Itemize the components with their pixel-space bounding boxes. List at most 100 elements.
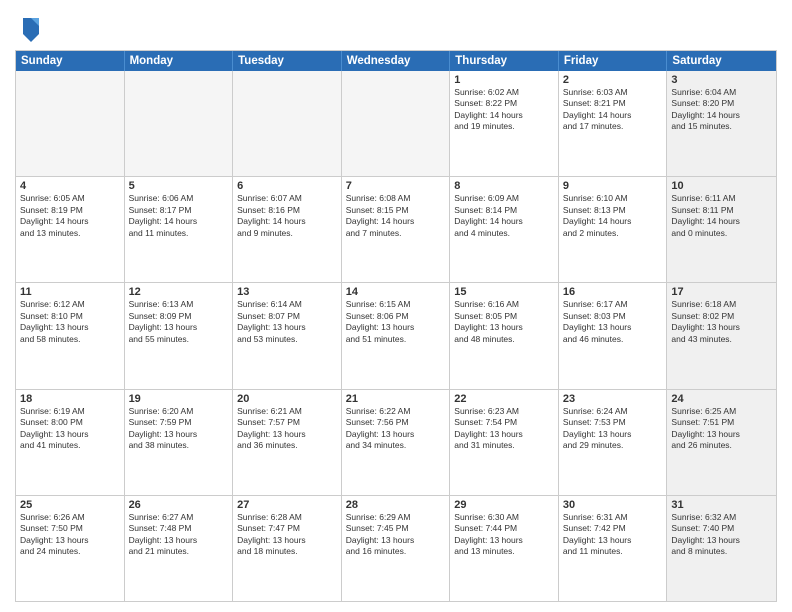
calendar-row: 11Sunrise: 6:12 AM Sunset: 8:10 PM Dayli… [16, 282, 776, 388]
calendar-cell: 11Sunrise: 6:12 AM Sunset: 8:10 PM Dayli… [16, 283, 125, 388]
day-info: Sunrise: 6:19 AM Sunset: 8:00 PM Dayligh… [20, 406, 120, 452]
calendar-cell: 16Sunrise: 6:17 AM Sunset: 8:03 PM Dayli… [559, 283, 668, 388]
day-number: 10 [671, 180, 772, 192]
day-number: 20 [237, 393, 337, 405]
calendar-cell: 24Sunrise: 6:25 AM Sunset: 7:51 PM Dayli… [667, 390, 776, 495]
calendar-cell: 15Sunrise: 6:16 AM Sunset: 8:05 PM Dayli… [450, 283, 559, 388]
day-info: Sunrise: 6:25 AM Sunset: 7:51 PM Dayligh… [671, 406, 772, 452]
calendar-cell: 20Sunrise: 6:21 AM Sunset: 7:57 PM Dayli… [233, 390, 342, 495]
calendar-row: 4Sunrise: 6:05 AM Sunset: 8:19 PM Daylig… [16, 176, 776, 282]
header [15, 10, 777, 42]
calendar-cell: 2Sunrise: 6:03 AM Sunset: 8:21 PM Daylig… [559, 71, 668, 176]
logo-icon [19, 14, 43, 42]
day-number: 29 [454, 499, 554, 511]
day-number: 1 [454, 74, 554, 86]
day-info: Sunrise: 6:29 AM Sunset: 7:45 PM Dayligh… [346, 512, 446, 558]
day-info: Sunrise: 6:07 AM Sunset: 8:16 PM Dayligh… [237, 193, 337, 239]
calendar-row: 18Sunrise: 6:19 AM Sunset: 8:00 PM Dayli… [16, 389, 776, 495]
day-info: Sunrise: 6:20 AM Sunset: 7:59 PM Dayligh… [129, 406, 229, 452]
calendar-header-cell: Monday [125, 51, 234, 71]
calendar-cell: 25Sunrise: 6:26 AM Sunset: 7:50 PM Dayli… [16, 496, 125, 601]
day-number: 28 [346, 499, 446, 511]
calendar-row: 25Sunrise: 6:26 AM Sunset: 7:50 PM Dayli… [16, 495, 776, 601]
calendar-cell: 9Sunrise: 6:10 AM Sunset: 8:13 PM Daylig… [559, 177, 668, 282]
calendar-cell: 10Sunrise: 6:11 AM Sunset: 8:11 PM Dayli… [667, 177, 776, 282]
day-number: 16 [563, 286, 663, 298]
day-info: Sunrise: 6:32 AM Sunset: 7:40 PM Dayligh… [671, 512, 772, 558]
day-number: 14 [346, 286, 446, 298]
calendar-header-cell: Tuesday [233, 51, 342, 71]
calendar-header-cell: Sunday [16, 51, 125, 71]
day-number: 9 [563, 180, 663, 192]
day-number: 5 [129, 180, 229, 192]
day-number: 21 [346, 393, 446, 405]
calendar-cell: 29Sunrise: 6:30 AM Sunset: 7:44 PM Dayli… [450, 496, 559, 601]
day-number: 15 [454, 286, 554, 298]
page: SundayMondayTuesdayWednesdayThursdayFrid… [0, 0, 792, 612]
day-info: Sunrise: 6:15 AM Sunset: 8:06 PM Dayligh… [346, 299, 446, 345]
calendar-cell [125, 71, 234, 176]
calendar-header-cell: Saturday [667, 51, 776, 71]
day-number: 22 [454, 393, 554, 405]
day-number: 23 [563, 393, 663, 405]
day-number: 27 [237, 499, 337, 511]
calendar-cell: 14Sunrise: 6:15 AM Sunset: 8:06 PM Dayli… [342, 283, 451, 388]
day-number: 7 [346, 180, 446, 192]
day-number: 31 [671, 499, 772, 511]
calendar-header-cell: Thursday [450, 51, 559, 71]
day-number: 11 [20, 286, 120, 298]
day-info: Sunrise: 6:24 AM Sunset: 7:53 PM Dayligh… [563, 406, 663, 452]
day-info: Sunrise: 6:27 AM Sunset: 7:48 PM Dayligh… [129, 512, 229, 558]
day-info: Sunrise: 6:30 AM Sunset: 7:44 PM Dayligh… [454, 512, 554, 558]
day-number: 24 [671, 393, 772, 405]
calendar-cell: 7Sunrise: 6:08 AM Sunset: 8:15 PM Daylig… [342, 177, 451, 282]
calendar-cell: 21Sunrise: 6:22 AM Sunset: 7:56 PM Dayli… [342, 390, 451, 495]
day-info: Sunrise: 6:09 AM Sunset: 8:14 PM Dayligh… [454, 193, 554, 239]
day-info: Sunrise: 6:31 AM Sunset: 7:42 PM Dayligh… [563, 512, 663, 558]
calendar-cell: 6Sunrise: 6:07 AM Sunset: 8:16 PM Daylig… [233, 177, 342, 282]
calendar-cell: 17Sunrise: 6:18 AM Sunset: 8:02 PM Dayli… [667, 283, 776, 388]
day-number: 19 [129, 393, 229, 405]
day-info: Sunrise: 6:21 AM Sunset: 7:57 PM Dayligh… [237, 406, 337, 452]
calendar-body: 1Sunrise: 6:02 AM Sunset: 8:22 PM Daylig… [16, 71, 776, 601]
calendar-header-cell: Friday [559, 51, 668, 71]
calendar-cell: 22Sunrise: 6:23 AM Sunset: 7:54 PM Dayli… [450, 390, 559, 495]
day-number: 17 [671, 286, 772, 298]
day-info: Sunrise: 6:04 AM Sunset: 8:20 PM Dayligh… [671, 87, 772, 133]
day-info: Sunrise: 6:02 AM Sunset: 8:22 PM Dayligh… [454, 87, 554, 133]
calendar-cell: 5Sunrise: 6:06 AM Sunset: 8:17 PM Daylig… [125, 177, 234, 282]
day-info: Sunrise: 6:10 AM Sunset: 8:13 PM Dayligh… [563, 193, 663, 239]
calendar-header-cell: Wednesday [342, 51, 451, 71]
day-number: 18 [20, 393, 120, 405]
day-info: Sunrise: 6:14 AM Sunset: 8:07 PM Dayligh… [237, 299, 337, 345]
day-info: Sunrise: 6:28 AM Sunset: 7:47 PM Dayligh… [237, 512, 337, 558]
calendar-cell: 30Sunrise: 6:31 AM Sunset: 7:42 PM Dayli… [559, 496, 668, 601]
calendar-cell: 4Sunrise: 6:05 AM Sunset: 8:19 PM Daylig… [16, 177, 125, 282]
calendar-cell: 13Sunrise: 6:14 AM Sunset: 8:07 PM Dayli… [233, 283, 342, 388]
calendar-cell: 26Sunrise: 6:27 AM Sunset: 7:48 PM Dayli… [125, 496, 234, 601]
day-info: Sunrise: 6:13 AM Sunset: 8:09 PM Dayligh… [129, 299, 229, 345]
calendar-cell: 12Sunrise: 6:13 AM Sunset: 8:09 PM Dayli… [125, 283, 234, 388]
day-number: 6 [237, 180, 337, 192]
day-info: Sunrise: 6:08 AM Sunset: 8:15 PM Dayligh… [346, 193, 446, 239]
day-info: Sunrise: 6:18 AM Sunset: 8:02 PM Dayligh… [671, 299, 772, 345]
calendar-row: 1Sunrise: 6:02 AM Sunset: 8:22 PM Daylig… [16, 71, 776, 176]
day-number: 3 [671, 74, 772, 86]
day-number: 25 [20, 499, 120, 511]
day-info: Sunrise: 6:22 AM Sunset: 7:56 PM Dayligh… [346, 406, 446, 452]
day-info: Sunrise: 6:05 AM Sunset: 8:19 PM Dayligh… [20, 193, 120, 239]
logo [15, 14, 43, 42]
calendar-cell: 23Sunrise: 6:24 AM Sunset: 7:53 PM Dayli… [559, 390, 668, 495]
calendar-cell: 8Sunrise: 6:09 AM Sunset: 8:14 PM Daylig… [450, 177, 559, 282]
day-info: Sunrise: 6:16 AM Sunset: 8:05 PM Dayligh… [454, 299, 554, 345]
calendar: SundayMondayTuesdayWednesdayThursdayFrid… [15, 50, 777, 602]
calendar-cell [233, 71, 342, 176]
day-info: Sunrise: 6:03 AM Sunset: 8:21 PM Dayligh… [563, 87, 663, 133]
day-number: 30 [563, 499, 663, 511]
calendar-cell: 19Sunrise: 6:20 AM Sunset: 7:59 PM Dayli… [125, 390, 234, 495]
calendar-header: SundayMondayTuesdayWednesdayThursdayFrid… [16, 51, 776, 71]
day-info: Sunrise: 6:23 AM Sunset: 7:54 PM Dayligh… [454, 406, 554, 452]
day-number: 12 [129, 286, 229, 298]
day-number: 13 [237, 286, 337, 298]
day-number: 8 [454, 180, 554, 192]
